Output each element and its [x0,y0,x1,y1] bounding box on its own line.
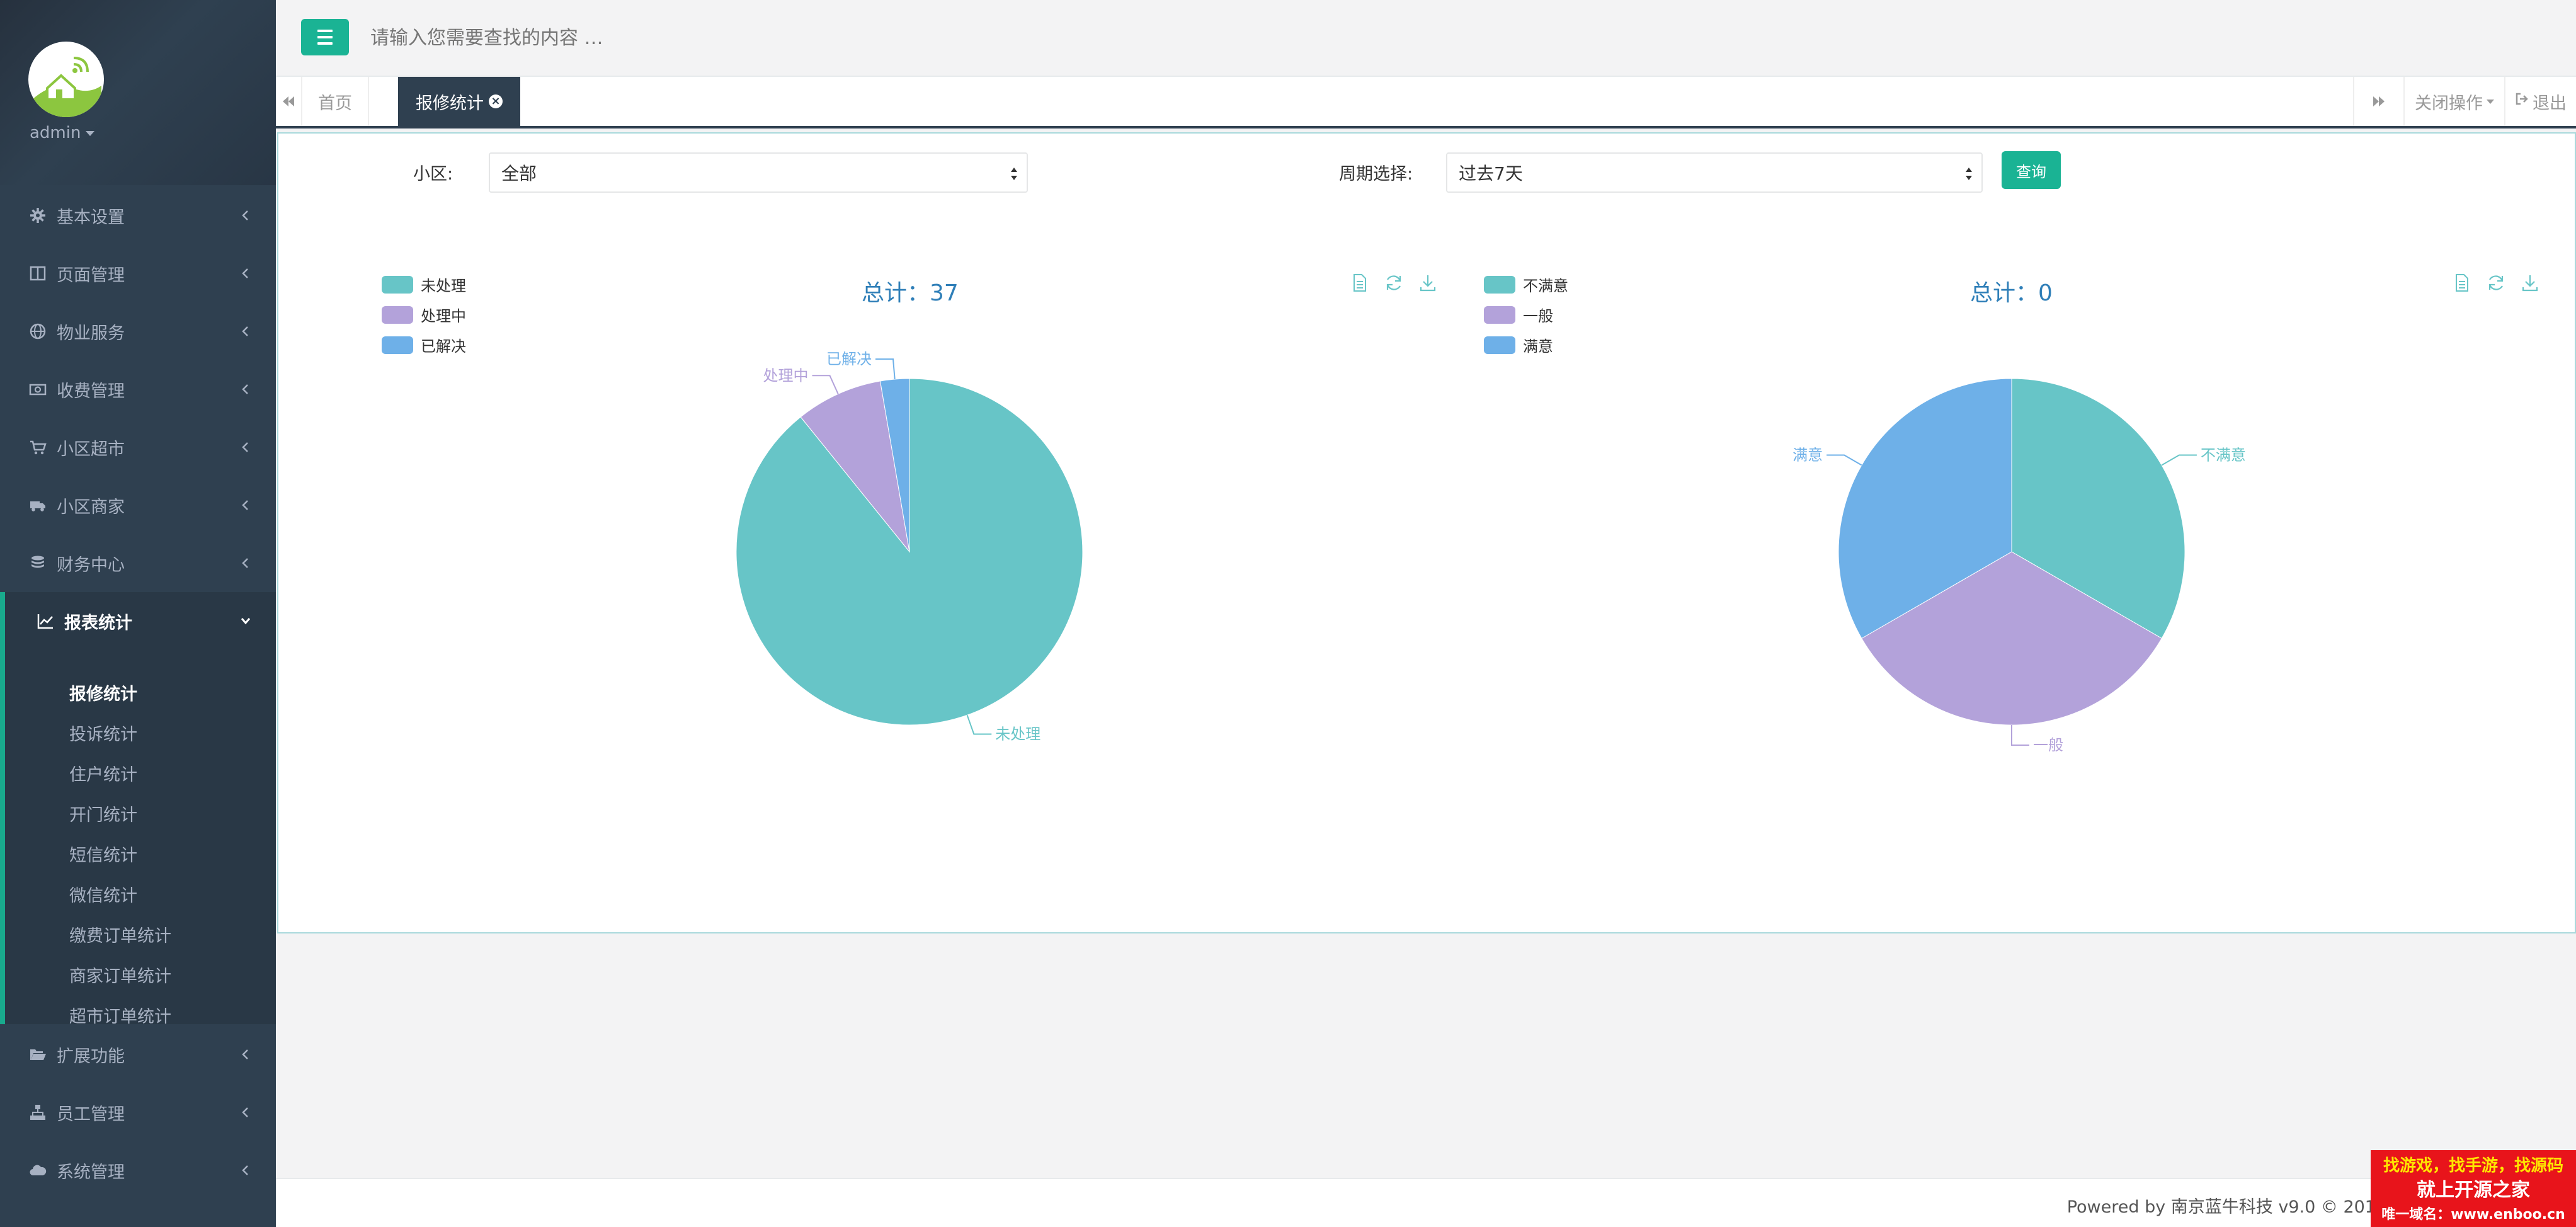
content-panel: 小区: 全部 周期选择: 过去7天 查询 未处理 处理中 已解决 总计：37 未处理… [277,132,2576,933]
sitemap-icon [29,1104,47,1121]
sidebar-item-label: 页面管理 [57,265,125,285]
columns-icon [29,265,47,282]
chevron-left-icon [242,442,248,452]
chevron-left-icon [242,558,248,568]
tab-close-icon[interactable]: × [489,94,503,108]
gear-icon [29,207,47,224]
forward-icon [2373,96,2385,106]
pie-label: 一般 [2033,736,2063,754]
chevron-left-icon [242,1049,248,1059]
sidebar-item-3[interactable]: 收费管理 [0,360,276,418]
sidebar-item-4[interactable]: 小区超市 [0,418,276,476]
caret-down-icon [2487,99,2494,104]
chevron-left-icon [242,1165,248,1175]
sidebar-item-6[interactable]: 财务中心 [0,534,276,592]
watermark-line2: 就上开源之家 [2417,1179,2530,1201]
submenu-item-8[interactable]: 超市订单统计 [69,1003,171,1027]
tab-home[interactable]: 首页 [302,77,369,126]
pie-label-line [2011,725,2029,746]
sign-out-icon [2516,93,2528,105]
sidebar-item-label: 收费管理 [57,381,125,401]
topbar [276,0,2576,77]
cloud-icon [29,1161,47,1179]
tab-scroll-left-button[interactable] [276,77,302,126]
submenu-item-6[interactable]: 缴费订单统计 [69,922,171,947]
footer: Powered by 南京蓝牛科技 v9.0 © 201 [276,1178,2576,1227]
tab-scroll-right-button[interactable] [2353,77,2405,126]
chevron-left-icon [242,268,248,278]
sidebar-item-9[interactable]: 员工管理 [0,1083,276,1141]
chevron-left-icon [242,1107,248,1117]
chevron-down-icon [241,618,251,625]
hamburger-icon [317,30,333,32]
chart2-pie: 不满意一般 满意 [1792,378,2246,754]
pie-label-line [1827,454,1862,466]
close-operations-dropdown[interactable]: 关闭操作 [2405,77,2505,126]
sidebar-item-10[interactable]: 系统管理 [0,1141,276,1199]
chevron-left-icon [242,384,248,394]
pie-label: 满意 [1792,447,1823,464]
globe-icon [29,322,47,340]
tab-bar: 首页 报修统计 × 关闭操作 退出 [276,77,2576,128]
sidebar-item-0[interactable]: 基本设置 [0,186,276,244]
sidebar-item-label: 小区商家 [57,497,125,517]
pie-label: 不满意 [2201,447,2246,464]
sidebar-item-2[interactable]: 物业服务 [0,302,276,360]
database-icon [29,554,47,572]
sidebar-item-label: 物业服务 [57,323,125,343]
logout-button[interactable]: 退出 [2505,77,2576,126]
money-icon [29,380,47,398]
sidebar-item-label: 基本设置 [57,207,125,227]
sidebar-item-8[interactable]: 扩展功能 [0,1025,276,1083]
sidebar-item-label: 报表统计 [64,613,132,633]
submenu-item-0[interactable]: 报修统计 [69,680,137,705]
watermark-badge: 找游戏，找手游，找源码 就上开源之家 唯一域名：www.enboo.cn [2371,1150,2576,1227]
sidebar-item-1[interactable]: 页面管理 [0,244,276,302]
sidebar-item-7[interactable]: 报表统计 [0,592,276,650]
watermark-line3: 唯一域名：www.enboo.cn [2381,1207,2565,1223]
sidebar: admin 报修统计投诉统计住户统计开门统计短信统计微信统计缴费订单统计 商家订单… [0,0,276,1227]
chevron-left-icon [242,210,248,220]
submenu-item-7[interactable]: 商家订单统计 [69,962,171,987]
folder-open-icon [29,1046,47,1063]
chevron-left-icon [242,500,248,510]
sidebar-item-label: 系统管理 [57,1162,125,1182]
report-submenu: 报修统计投诉统计住户统计开门统计短信统计微信统计缴费订单统计 商家订单统计 超市订单… [0,650,276,1027]
submenu-item-2[interactable]: 住户统计 [69,761,137,785]
cart-icon [29,438,47,456]
tab-repair-stats[interactable]: 报修统计 × [398,77,520,126]
submenu-item-5[interactable]: 微信统计 [69,882,137,906]
submenu-item-4[interactable]: 短信统计 [69,842,137,866]
chevron-left-icon [242,326,248,336]
truck-icon [29,496,47,514]
search-input[interactable] [370,19,1378,57]
backward-icon [283,96,294,106]
avatar[interactable] [28,42,104,117]
submenu-item-1[interactable]: 投诉统计 [69,721,137,745]
footer-copyright: Powered by 南京蓝牛科技 v9.0 © 201 [2066,1197,2376,1217]
watermark-line1: 找游戏，找手游，找源码 [2383,1156,2563,1175]
sidebar-item-5[interactable]: 小区商家 [0,476,276,534]
caret-down-icon [86,130,95,136]
line-chart-icon [37,612,54,630]
sidebar-item-label: 员工管理 [57,1104,125,1124]
submenu-item-3[interactable]: 开门统计 [69,801,137,826]
username-label: admin [30,123,81,142]
sidebar-item-label: 扩展功能 [57,1046,125,1066]
menu-toggle-button[interactable] [301,19,349,55]
pie-label-line [2161,454,2197,466]
sidebar-item-label: 财务中心 [57,555,125,575]
sidebar-item-label: 小区超市 [57,439,125,459]
logo-house-icon [32,57,101,117]
user-menu[interactable]: admin [30,123,95,142]
profile-area: admin [0,0,276,185]
